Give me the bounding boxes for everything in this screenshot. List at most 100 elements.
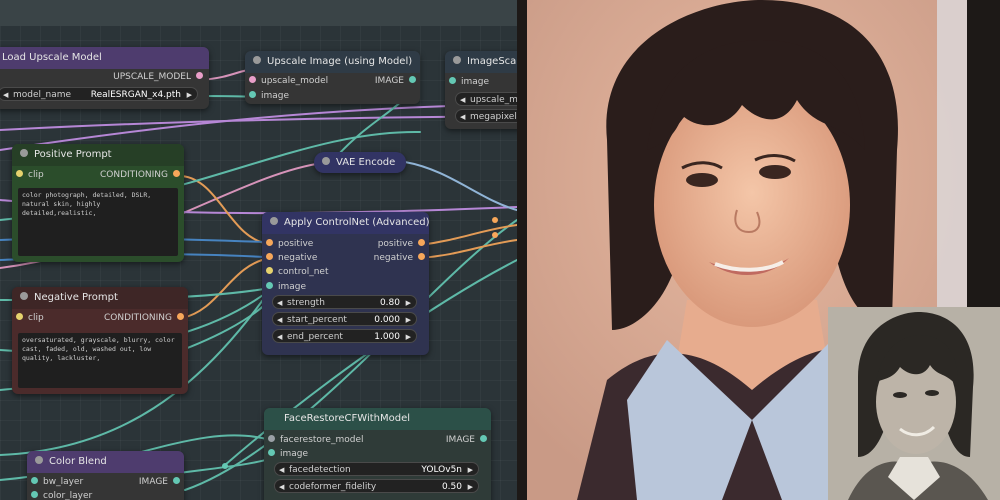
input-pin[interactable] (449, 77, 456, 84)
input-pin[interactable] (266, 253, 273, 260)
negative-prompt-node[interactable]: Negative Prompt clip CONDITIONING oversa… (12, 287, 188, 394)
arrow-left-icon[interactable]: ◀ (460, 93, 465, 107)
output-pin[interactable] (177, 313, 184, 320)
output-image[interactable]: IMAGE (139, 477, 180, 487)
node-header[interactable]: Upscale Image (using Model) (245, 51, 420, 73)
collapse-dot-icon[interactable] (253, 56, 261, 64)
node-header[interactable]: Color Blend (27, 451, 184, 473)
megapixels-field[interactable]: ◀ megapixels (455, 109, 517, 123)
face-restore-node[interactable]: FaceRestoreCFWithModel facerestore_model… (264, 408, 491, 500)
input-pin[interactable] (266, 267, 273, 274)
widget-label: facedetection (289, 465, 351, 475)
strength-slider[interactable]: ◀ strength 0.80 ▶ (272, 295, 417, 309)
model-name-combo[interactable]: ◀ model_name RealESRGAN_x4.pth ▶ (0, 87, 198, 101)
node-header[interactable]: Load Upscale Model (0, 47, 209, 69)
apply-controlnet-node[interactable]: Apply ControlNet (Advanced) positive neg… (262, 212, 429, 355)
positive-prompt-node[interactable]: Positive Prompt clip CONDITIONING color … (12, 144, 184, 262)
prompt-textarea[interactable]: color photograph, detailed, DSLR, natura… (18, 188, 178, 256)
collapse-dot-icon[interactable] (20, 149, 28, 157)
upscale-method-combo[interactable]: ◀ upscale_me (455, 92, 517, 106)
collapse-dot-icon[interactable] (35, 456, 43, 464)
input-image[interactable]: image (449, 77, 489, 87)
arrow-left-icon[interactable]: ◀ (277, 330, 282, 344)
input-pin[interactable] (266, 239, 273, 246)
widget-value: RealESRGAN_x4.pth (90, 90, 181, 100)
input-bw-layer[interactable]: bw_layer (31, 477, 83, 487)
input-image[interactable]: image (266, 282, 306, 292)
collapse-dot-icon[interactable] (453, 56, 461, 64)
arrow-left-icon[interactable]: ◀ (279, 480, 284, 494)
output-pin[interactable] (480, 435, 487, 442)
arrow-right-icon[interactable]: ▶ (406, 313, 411, 327)
output-upscale-model[interactable]: UPSCALE_MODEL (113, 72, 203, 82)
input-clip[interactable]: clip (16, 170, 44, 180)
prompt-textarea[interactable]: oversaturated, grayscale, blurry, color … (18, 333, 182, 388)
codeformer-fidelity-slider[interactable]: ◀ codeformer_fidelity 0.50 ▶ (274, 479, 479, 493)
output-pin[interactable] (418, 239, 425, 246)
node-header[interactable]: VAE Encode (314, 152, 406, 173)
end-percent-slider[interactable]: ◀ end_percent 1.000 ▶ (272, 329, 417, 343)
color-blend-node[interactable]: Color Blend bw_layer color_layer IMAGE (27, 451, 184, 500)
output-pin[interactable] (173, 170, 180, 177)
input-positive[interactable]: positive (266, 239, 313, 249)
input-pin[interactable] (31, 477, 38, 484)
arrow-left-icon[interactable]: ◀ (460, 110, 465, 124)
arrow-right-icon[interactable]: ▶ (406, 330, 411, 344)
input-pin[interactable] (16, 313, 23, 320)
arrow-right-icon[interactable]: ▶ (468, 480, 473, 494)
input-control-net[interactable]: control_net (266, 267, 328, 277)
load-upscale-model-node[interactable]: Load Upscale Model UPSCALE_MODEL ◀ model… (0, 47, 209, 109)
output-conditioning[interactable]: CONDITIONING (104, 313, 184, 323)
output-image[interactable]: IMAGE (375, 76, 416, 86)
arrow-left-icon[interactable]: ◀ (3, 88, 8, 102)
input-upscale-model[interactable]: upscale_model (249, 76, 328, 86)
input-image[interactable]: image (268, 449, 308, 459)
node-header[interactable]: Negative Prompt (12, 287, 188, 309)
node-header[interactable]: Positive Prompt (12, 144, 184, 166)
output-pin[interactable] (418, 253, 425, 260)
input-label: clip (28, 170, 44, 180)
arrow-left-icon[interactable]: ◀ (277, 313, 282, 327)
node-header[interactable]: ImageScale (445, 51, 517, 73)
collapse-dot-icon[interactable] (322, 157, 330, 165)
input-pin[interactable] (249, 76, 256, 83)
arrow-left-icon[interactable]: ◀ (279, 463, 284, 477)
input-image[interactable]: image (249, 91, 289, 101)
output-label: negative (373, 253, 413, 263)
collapse-dot-icon[interactable] (20, 292, 28, 300)
input-pin[interactable] (16, 170, 23, 177)
output-pin[interactable] (196, 72, 203, 79)
input-pin[interactable] (268, 449, 275, 456)
widget-label: upscale_me (470, 95, 517, 105)
image-scale-node[interactable]: ImageScale image ◀ upscale_me ◀ megapixe… (445, 51, 517, 129)
input-facerestore-model[interactable]: facerestore_model (268, 435, 364, 445)
input-pin[interactable] (249, 91, 256, 98)
input-pin[interactable] (268, 435, 275, 442)
input-negative[interactable]: negative (266, 253, 317, 263)
arrow-right-icon[interactable]: ▶ (187, 88, 192, 102)
output-conditioning[interactable]: CONDITIONING (100, 170, 180, 180)
node-header[interactable]: Apply ControlNet (Advanced) (262, 212, 429, 234)
arrow-right-icon[interactable]: ▶ (406, 296, 411, 310)
widget-label: codeformer_fidelity (289, 482, 377, 492)
output-pin[interactable] (173, 477, 180, 484)
vae-encode-node[interactable]: VAE Encode (314, 152, 406, 173)
output-pin[interactable] (409, 76, 416, 83)
wire (404, 161, 517, 211)
arrow-left-icon[interactable]: ◀ (277, 296, 282, 310)
node-header[interactable]: FaceRestoreCFWithModel (264, 408, 491, 430)
input-label: facerestore_model (280, 435, 364, 445)
output-image[interactable]: IMAGE (446, 435, 487, 445)
input-clip[interactable]: clip (16, 313, 44, 323)
input-color-layer[interactable]: color_layer (31, 491, 92, 500)
node-graph-canvas[interactable]: Load Upscale Model UPSCALE_MODEL ◀ model… (0, 0, 517, 500)
collapse-dot-icon[interactable] (270, 217, 278, 225)
input-pin[interactable] (31, 491, 38, 498)
arrow-right-icon[interactable]: ▶ (468, 463, 473, 477)
upscale-image-node[interactable]: Upscale Image (using Model) upscale_mode… (245, 51, 420, 104)
facedetection-combo[interactable]: ◀ facedetection YOLOv5n ▶ (274, 462, 479, 476)
start-percent-slider[interactable]: ◀ start_percent 0.000 ▶ (272, 312, 417, 326)
input-pin[interactable] (266, 282, 273, 289)
output-negative[interactable]: negative (374, 253, 425, 263)
output-positive[interactable]: positive (378, 239, 425, 249)
